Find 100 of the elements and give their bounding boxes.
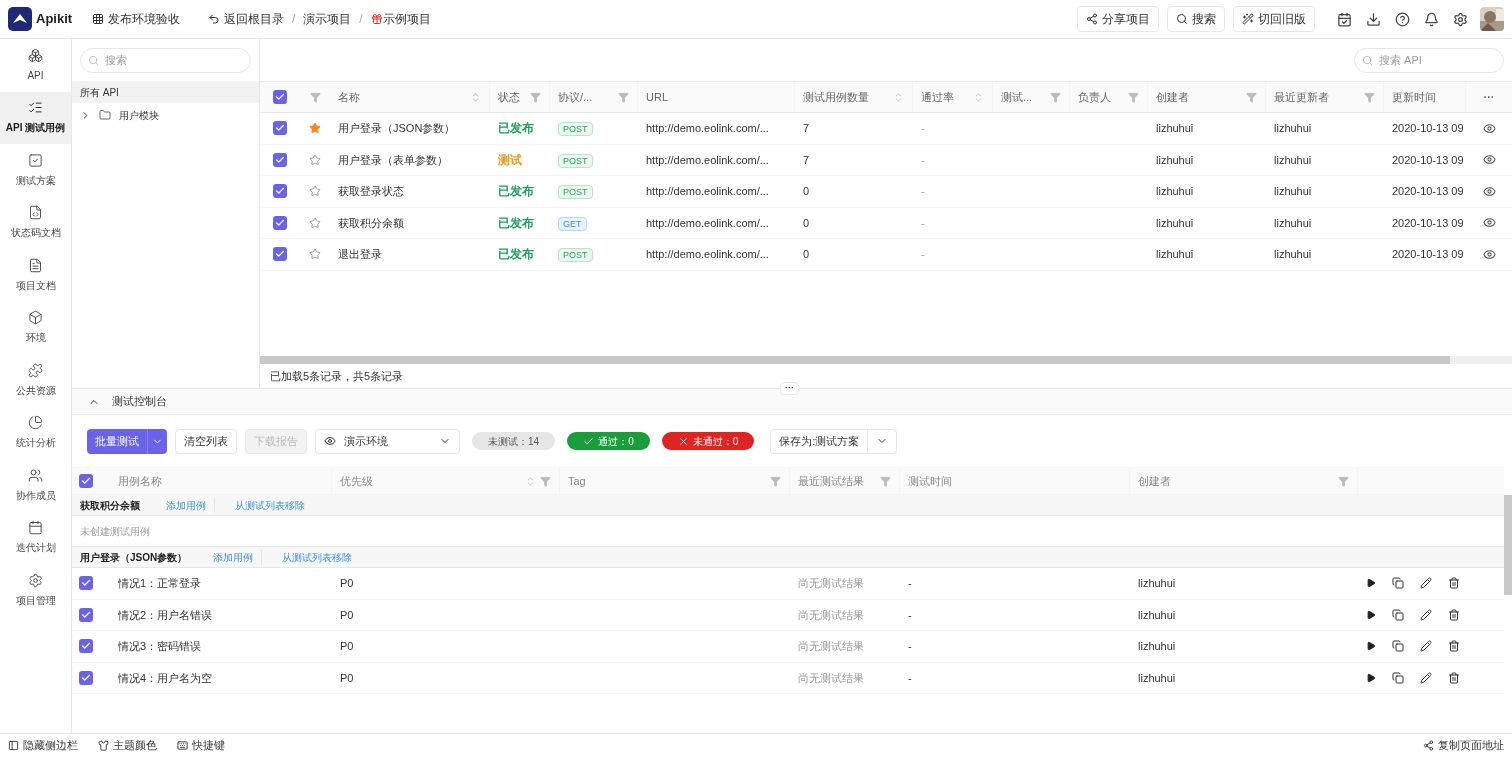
column-header-cell[interactable]: 负责人 (1070, 82, 1148, 112)
nav-item[interactable]: 迭代计划 (0, 511, 71, 564)
star-icon[interactable] (309, 122, 321, 135)
edit-icon[interactable] (1420, 640, 1432, 653)
delete-icon[interactable] (1448, 577, 1460, 590)
table-cell: 获取积分余额 (338, 216, 404, 229)
edit-icon[interactable] (1420, 577, 1432, 590)
play-icon[interactable] (1366, 609, 1376, 620)
copy-icon[interactable] (1392, 608, 1404, 621)
check-icon (275, 217, 285, 228)
column-header-cell[interactable]: URL (638, 82, 795, 112)
help-icon[interactable] (1395, 11, 1410, 27)
checkbox[interactable] (79, 639, 93, 654)
column-header-cell[interactable]: 状态 (490, 82, 550, 112)
copy-icon[interactable] (1392, 577, 1404, 590)
star-icon[interactable] (309, 216, 321, 229)
column-header-cell[interactable]: 协议/... (550, 82, 638, 112)
play-icon[interactable] (1366, 672, 1376, 683)
edit-icon[interactable] (1420, 608, 1432, 621)
download-icon[interactable] (1366, 11, 1381, 27)
tree-item[interactable]: 用户模块 (119, 107, 159, 123)
nav-item[interactable]: 公共资源 (0, 354, 71, 407)
column-header-cell[interactable]: 创建者 (1148, 82, 1266, 112)
batch-test-button[interactable]: 批量测试 (87, 428, 167, 454)
column-header-cell[interactable]: 测试时间 (900, 468, 1130, 494)
view-icon[interactable] (1482, 184, 1496, 198)
environment-select[interactable]: 演示环境 (315, 428, 460, 454)
toolbar-button[interactable]: 切回旧版 (1233, 6, 1315, 32)
play-icon[interactable] (1366, 641, 1376, 652)
view-icon[interactable] (1482, 121, 1496, 135)
nav-item[interactable]: 状态码文档 (0, 196, 71, 249)
nav-item[interactable]: 协作成员 (0, 459, 71, 512)
nav-item[interactable]: API (0, 39, 71, 92)
star-icon[interactable] (309, 153, 321, 166)
status-bar-button[interactable]: 隐藏侧边栏 (8, 737, 78, 754)
result-counter[interactable]: 未通过：0 (661, 432, 755, 450)
nav-item[interactable]: 环境 (0, 301, 71, 354)
checkbox[interactable] (273, 215, 287, 230)
table-cell: 0 (803, 216, 810, 229)
settings-icon[interactable] (1453, 11, 1468, 27)
checkbox[interactable] (273, 247, 287, 262)
save-as-plan-button[interactable]: 保存为:测试方案 (770, 428, 898, 454)
column-header-cell[interactable]: 最近更新者 (1266, 82, 1384, 112)
delete-icon[interactable] (1448, 671, 1460, 684)
tree-root[interactable]: 所有 API (72, 81, 259, 103)
checkbox[interactable] (273, 90, 287, 104)
checkbox[interactable] (79, 576, 93, 591)
checkbox[interactable] (273, 152, 287, 167)
nav-item[interactable]: 测试方案 (0, 144, 71, 197)
horizontal-scrollbar[interactable] (260, 356, 1512, 364)
star-icon[interactable] (309, 185, 321, 198)
status-bar-button[interactable]: 主题颜色 (98, 737, 157, 754)
copy-icon[interactable] (1392, 640, 1404, 653)
toolbar-button[interactable]: 搜索 (1167, 6, 1225, 32)
column-header-cell[interactable]: 测试... (993, 82, 1070, 112)
play-icon[interactable] (1366, 578, 1376, 589)
column-header: 测试... (1001, 89, 1033, 105)
view-icon[interactable] (1482, 247, 1496, 261)
api-search-field[interactable]: 搜索 API (1354, 47, 1504, 73)
nav-item[interactable]: 统计分析 (0, 406, 71, 459)
column-header-cell[interactable]: 名称 (330, 82, 490, 112)
column-header-cell[interactable]: 更新时间 (1384, 82, 1466, 112)
nav-item[interactable]: API 测试用例 (0, 91, 71, 144)
copy-url-button[interactable]: 复制页面地址 (1423, 737, 1504, 754)
resize-handle[interactable]: ··· (780, 382, 799, 395)
checkbox[interactable] (79, 607, 93, 622)
column-header: 名称 (338, 89, 360, 105)
delete-icon[interactable] (1448, 640, 1460, 653)
copy-icon[interactable] (1392, 671, 1404, 684)
view-icon[interactable] (1482, 153, 1496, 167)
breadcrumb-link[interactable]: 演示项目 (303, 10, 352, 28)
bell-icon[interactable] (1424, 11, 1439, 27)
result-counter[interactable]: 未测试：14 (472, 432, 556, 450)
workspace-button[interactable]: 发布环境验收 (92, 10, 180, 28)
column-header-cell[interactable]: 最近测试结果 (790, 468, 900, 494)
back-button[interactable]: 返回根目录 (208, 10, 284, 28)
breadcrumb-link[interactable]: 示例项目 (382, 10, 431, 28)
result-counter[interactable]: 通过：0 (567, 432, 650, 450)
checkbox[interactable] (79, 670, 93, 685)
more-button[interactable]: ··· (1483, 88, 1495, 106)
checkbox[interactable] (273, 121, 287, 136)
nav-item[interactable]: 项目文档 (0, 249, 71, 302)
star-icon[interactable] (309, 248, 321, 261)
clear-list-button[interactable]: 清空列表 (175, 428, 237, 454)
column-header-cell[interactable]: 创建者 (1130, 468, 1358, 494)
column-header-cell[interactable]: 测试用例数量 (795, 82, 913, 112)
calendar-check-icon[interactable] (1337, 11, 1352, 27)
search-field[interactable]: 搜索 (80, 47, 251, 73)
nav-item[interactable]: 项目管理 (0, 564, 71, 617)
column-header-cell[interactable]: 通过率 (913, 82, 993, 112)
status-text: 已发布 (498, 247, 534, 262)
status-bar-button[interactable]: 快捷键 (177, 737, 225, 754)
view-icon[interactable] (1482, 216, 1496, 230)
column-header-cell[interactable]: Tag (560, 468, 790, 494)
toolbar-button[interactable]: 分享项目 (1077, 6, 1159, 32)
checkbox[interactable] (79, 474, 93, 488)
column-header-cell[interactable]: 用例名称 (110, 468, 332, 494)
delete-icon[interactable] (1448, 608, 1460, 621)
edit-icon[interactable] (1420, 671, 1432, 684)
checkbox[interactable] (273, 184, 287, 199)
